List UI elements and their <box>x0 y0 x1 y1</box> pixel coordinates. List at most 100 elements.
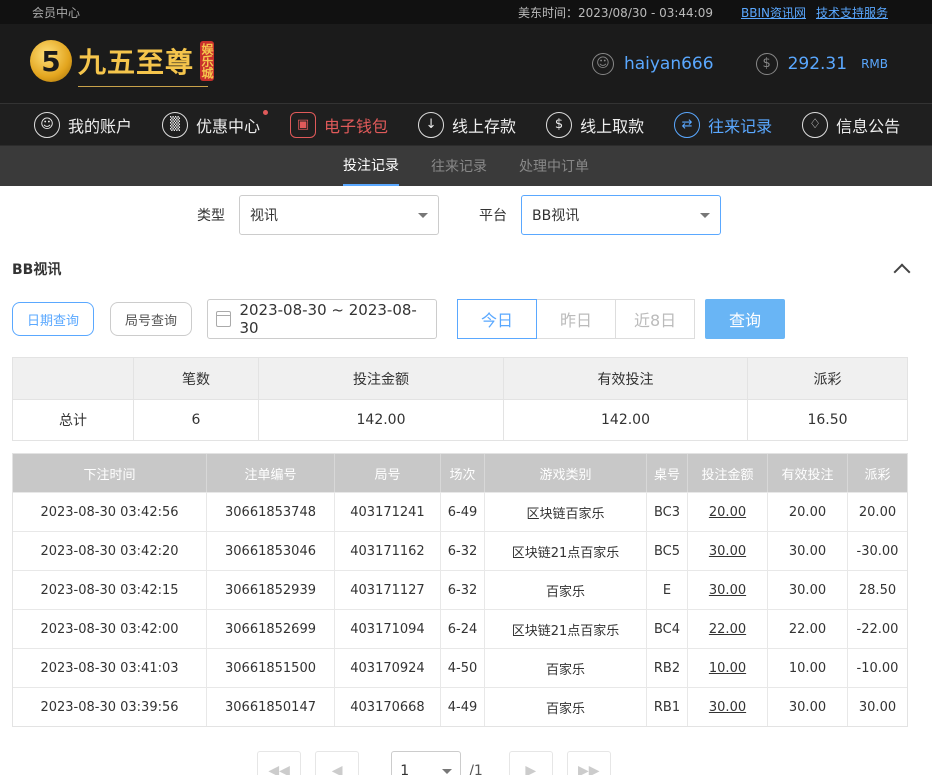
round-query-button[interactable]: 局号查询 <box>110 302 193 336</box>
username-item[interactable]: ☺ haiyan666 <box>591 52 714 75</box>
nav-e-wallet[interactable]: ▣ 电子钱包 <box>290 111 388 138</box>
nav-withdraw[interactable]: $ 线上取款 <box>546 111 645 138</box>
logo-sub: 娱乐城 <box>200 41 215 81</box>
bet-time: 2023-08-30 03:42:20 <box>13 532 207 570</box>
tab-bet-records[interactable]: 投注记录 <box>343 146 399 186</box>
last-8-days-button[interactable]: 近8日 <box>615 299 696 339</box>
tab-pending-orders[interactable]: 处理中订单 <box>519 146 589 186</box>
round-id: 403170924 <box>335 649 441 687</box>
type-select[interactable]: 视讯 <box>239 195 439 235</box>
tab-transaction-records[interactable]: 往来记录 <box>431 146 487 186</box>
detail-header-cell: 局号 <box>335 454 441 492</box>
table-row: 2023-08-30 03:42:00 30661852699 40317109… <box>13 609 907 648</box>
valid-bet: 30.00 <box>768 688 848 726</box>
payout: -22.00 <box>856 621 899 637</box>
page-select-value: 1 <box>400 763 410 775</box>
bet-amount-link[interactable]: 10.00 <box>688 649 768 687</box>
logo-text: 九五至尊 <box>78 46 195 79</box>
platform-select-value: BB视讯 <box>532 208 580 224</box>
session: 6-32 <box>441 571 485 609</box>
summary-header-row: 笔数 投注金额 有效投注 派彩 <box>13 358 907 399</box>
bet-detail-table: 下注时间 注单编号 局号 场次 游戏类别 桌号 投注金额 有效投注 派彩 202… <box>12 453 908 727</box>
summary-cell: 142.00 <box>504 400 748 440</box>
bet-amount-link[interactable]: 30.00 <box>688 571 768 609</box>
logo-coin-icon: 5 <box>30 40 72 82</box>
prev-page-button[interactable]: ◀ <box>315 751 360 775</box>
notification-dot <box>263 109 269 115</box>
nav-deposit[interactable]: ↓ 线上存款 <box>418 111 517 138</box>
valid-bet: 20.00 <box>768 493 848 531</box>
bet-amount-link[interactable]: 30.00 <box>688 688 768 726</box>
gift-icon: ▒ <box>162 111 189 138</box>
nav-label: 信息公告 <box>836 116 901 136</box>
search-button[interactable]: 查询 <box>705 299 786 339</box>
today-button[interactable]: 今日 <box>457 299 538 339</box>
table-row: 2023-08-30 03:39:56 30661850147 40317066… <box>13 687 907 726</box>
round-id: 403171241 <box>335 493 441 531</box>
nav-announcements[interactable]: ♢ 信息公告 <box>802 111 901 138</box>
table-id: BC3 <box>647 493 688 531</box>
wallet-icon: ▣ <box>290 111 317 138</box>
caret-down-icon <box>700 212 710 218</box>
currency-label: RMB <box>861 56 888 71</box>
nav-label: 线上存款 <box>452 116 517 136</box>
session: 6-24 <box>441 610 485 648</box>
table-id: RB2 <box>647 649 688 687</box>
withdraw-icon: $ <box>546 111 573 138</box>
summary-table: 笔数 投注金额 有效投注 派彩 总计 6 142.00 142.00 16.50 <box>12 357 908 441</box>
page-select[interactable]: 1 <box>391 751 462 775</box>
nav-label: 线上取款 <box>580 116 645 136</box>
records-icon: ⇄ <box>674 111 701 138</box>
bet-id: 30661851500 <box>207 649 335 687</box>
user-icon: ☺ <box>591 52 614 75</box>
date-query-button[interactable]: 日期查询 <box>12 302 95 336</box>
first-page-button[interactable]: ◀◀ <box>257 751 302 775</box>
table-id: BC5 <box>647 532 688 570</box>
user-info: ☺ haiyan666 $ 292.31 RMB <box>591 52 888 75</box>
bet-id: 30661850147 <box>207 688 335 726</box>
table-row: 2023-08-30 03:42:20 30661853046 40317116… <box>13 531 907 570</box>
nav-my-account[interactable]: ☺ 我的账户 <box>34 111 133 138</box>
user-icon: ☺ <box>34 111 60 138</box>
type-select-value: 视讯 <box>250 208 278 224</box>
session: 6-32 <box>441 532 485 570</box>
nav-promotions[interactable]: ▒ 优惠中心 <box>162 109 269 138</box>
game-type: 百家乐 <box>485 688 647 726</box>
chevron-up-icon[interactable] <box>893 263 911 281</box>
bet-amount-link[interactable]: 22.00 <box>688 610 768 648</box>
nav-label: 我的账户 <box>68 116 133 136</box>
tech-support-link[interactable]: 技术支持服务 <box>816 4 888 21</box>
detail-header-cell: 下注时间 <box>13 454 207 492</box>
bet-time: 2023-08-30 03:42:00 <box>13 610 207 648</box>
last-page-button[interactable]: ▶▶ <box>566 751 611 775</box>
balance-item: $ 292.31 RMB <box>755 52 888 75</box>
valid-bet: 30.00 <box>768 532 848 570</box>
filter-bar: 类型 视讯 平台 BB视讯 <box>0 186 932 244</box>
game-type: 百家乐 <box>485 649 647 687</box>
logo-ornament <box>78 86 208 87</box>
bbin-news-link[interactable]: BBIN资讯网 <box>741 4 806 21</box>
summary-header-cell: 派彩 <box>813 371 842 388</box>
detail-header-cell: 桌号 <box>647 454 688 492</box>
detail-header-cell: 投注金额 <box>688 454 768 492</box>
table-row: 2023-08-30 03:42:15 30661852939 40317112… <box>13 570 907 609</box>
yesterday-button[interactable]: 昨日 <box>536 299 617 339</box>
detail-header-cell: 游戏类别 <box>485 454 647 492</box>
detail-header-cell: 场次 <box>441 454 485 492</box>
nav-records[interactable]: ⇄ 往来记录 <box>674 111 772 138</box>
detail-header-cell: 注单编号 <box>207 454 335 492</box>
game-type: 百家乐 <box>485 571 647 609</box>
bet-amount-link[interactable]: 30.00 <box>688 532 768 570</box>
logo[interactable]: 5 九五至尊 娱乐城 <box>30 40 238 87</box>
game-type: 区块链百家乐 <box>485 493 647 531</box>
next-page-button[interactable]: ▶ <box>508 751 553 775</box>
section-title: BB视讯 <box>12 262 62 278</box>
platform-select[interactable]: BB视讯 <box>521 195 721 235</box>
top-strip: 会员中心 美东时间：2023/08/30 - 03:44:09 BBIN资讯网 … <box>0 0 932 24</box>
bet-amount-link[interactable]: 20.00 <box>688 493 768 531</box>
bet-id: 30661852939 <box>207 571 335 609</box>
round-id: 403170668 <box>335 688 441 726</box>
game-type: 区块链21点百家乐 <box>485 532 647 570</box>
date-range-picker[interactable]: 2023-08-30 ~ 2023-08-30 <box>207 299 438 339</box>
main-nav: ☺ 我的账户 ▒ 优惠中心 ▣ 电子钱包 ↓ 线上存款 $ 线上取款 ⇄ 往来记… <box>0 104 932 146</box>
